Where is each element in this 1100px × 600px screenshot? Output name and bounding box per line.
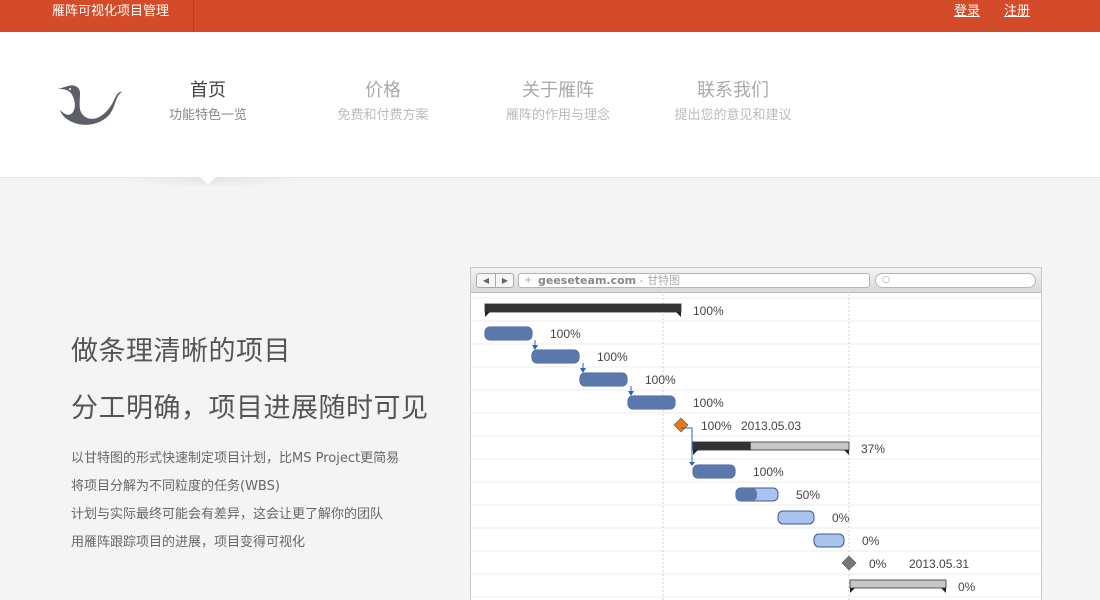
gantt-progress-label: 0% xyxy=(958,580,976,594)
site-header: 首页 功能特色一览 价格 免费和付费方案 关于雁阵 雁阵的作用与理念 联系我们 … xyxy=(0,32,1100,178)
gantt-progress-label: 100% xyxy=(645,373,676,387)
hero-heading-1: 做条理清晰的项目 xyxy=(71,336,291,367)
login-link[interactable]: 登录 xyxy=(954,0,980,24)
magnifier-icon: ○ xyxy=(882,275,890,285)
gantt-summary-progress xyxy=(693,442,751,450)
gantt-summary-cap xyxy=(941,588,946,593)
gantt-summary-progress xyxy=(485,304,681,312)
gantt-task-bar[interactable] xyxy=(777,510,815,525)
search-field[interactable]: ○ xyxy=(875,273,1036,288)
gantt-task-progress xyxy=(532,350,579,363)
gantt-progress-label: 100% xyxy=(550,327,581,341)
page-title: 甘特图 xyxy=(647,274,681,287)
url-domain: geeseteam.com xyxy=(538,274,637,287)
gantt-task-progress xyxy=(580,373,627,386)
gantt-milestone-date: 2013.05.03 xyxy=(741,419,801,433)
gantt-task-progress xyxy=(485,327,532,340)
gantt-progress-label: 100% xyxy=(693,304,724,318)
hero-line: 计划与实际最终可能会有差异，这会让更了解你的团队 xyxy=(71,507,384,522)
goose-logo-icon[interactable] xyxy=(56,82,124,126)
register-link[interactable]: 注册 xyxy=(1004,0,1030,24)
nav-title: 价格 xyxy=(365,80,401,101)
gantt-progress-label: 100% xyxy=(693,396,724,410)
gantt-progress-label: 0% xyxy=(862,534,880,548)
gantt-progress-label: 0% xyxy=(832,511,850,525)
nav-active-pointer xyxy=(200,177,216,184)
browser-window: ◀ ▶ + geeseteam.com - 甘特图 ○ 100% 100% 100%… xyxy=(470,267,1042,600)
gantt-summary-cap xyxy=(850,588,855,593)
gantt-dependency-arrow xyxy=(628,391,634,396)
gantt-progress-label: 0% xyxy=(869,557,887,571)
nav-subtitle: 雁阵的作用与理念 xyxy=(505,108,610,123)
gantt-milestone-diamond[interactable] xyxy=(673,417,689,433)
address-bar[interactable]: + geeseteam.com - 甘特图 xyxy=(518,273,870,288)
gantt-summary-cap xyxy=(485,312,490,317)
nav-item-pricing[interactable]: 价格 免费和付费方案 xyxy=(323,80,443,124)
gantt-progress-label: 100% xyxy=(753,465,784,479)
nav-item-contact[interactable]: 联系我们 提出您的意见和建议 xyxy=(658,80,808,124)
nav-title: 首页 xyxy=(190,80,226,101)
gantt-summary-cap xyxy=(676,312,681,317)
hero-line: 以甘特图的形式快速制定项目计划，比MS Project更简易 xyxy=(71,451,400,466)
gantt-dependency-link xyxy=(681,427,693,463)
gantt-task-progress xyxy=(693,465,735,478)
gantt-progress-label: 50% xyxy=(796,488,820,502)
nav-subtitle: 功能特色一览 xyxy=(168,108,247,123)
top-bar: 雁阵可视化项目管理 登录 注册 xyxy=(0,0,1100,32)
back-arrow-icon[interactable]: ◀ xyxy=(477,274,495,287)
nav-item-home[interactable]: 首页 功能特色一览 xyxy=(148,80,268,124)
brand-divider xyxy=(193,0,194,32)
plus-icon: + xyxy=(524,275,533,286)
forward-arrow-icon[interactable]: ▶ xyxy=(496,274,514,287)
gantt-dependency-arrow xyxy=(532,345,538,350)
nav-item-about[interactable]: 关于雁阵 雁阵的作用与理念 xyxy=(488,80,628,124)
hero-line: 将项目分解为不同粒度的任务(WBS) xyxy=(71,479,280,494)
gantt-summary-cap xyxy=(844,450,849,455)
nav-subtitle: 提出您的意见和建议 xyxy=(674,108,792,123)
nav-subtitle: 免费和付费方案 xyxy=(337,108,429,123)
gantt-task-progress xyxy=(628,396,675,409)
browser-toolbar: ◀ ▶ + geeseteam.com - 甘特图 ○ xyxy=(471,268,1041,293)
nav-title: 联系我们 xyxy=(697,80,769,101)
url-separator: - xyxy=(636,274,648,287)
gantt-milestone-date: 2013.05.31 xyxy=(909,557,969,571)
gantt-chart: 100% 100% 100% 100% 100% 100% 2013.05.03 37% 100… xyxy=(471,294,1041,600)
gantt-summary-cap xyxy=(693,450,698,455)
gantt-milestone-diamond[interactable] xyxy=(841,555,857,571)
brand-name[interactable]: 雁阵可视化项目管理 xyxy=(52,0,169,32)
gantt-dependency-arrow xyxy=(580,368,586,373)
gantt-progress-label: 37% xyxy=(861,442,885,456)
gantt-progress-label: 100% xyxy=(701,419,732,433)
gantt-task-bar[interactable] xyxy=(813,533,845,548)
hero-heading-2: 分工明确，项目进展随时可见 xyxy=(71,393,429,424)
gantt-summary-bar[interactable] xyxy=(849,579,947,589)
gantt-task-progress xyxy=(736,488,757,501)
gantt-dependency-arrow xyxy=(689,462,695,466)
gantt-progress-label: 100% xyxy=(597,350,628,364)
hero-line: 用雁阵跟踪项目的进展，项目变得可视化 xyxy=(71,535,306,550)
nav-title: 关于雁阵 xyxy=(522,80,594,101)
nav-buttons: ◀ ▶ xyxy=(476,273,514,288)
